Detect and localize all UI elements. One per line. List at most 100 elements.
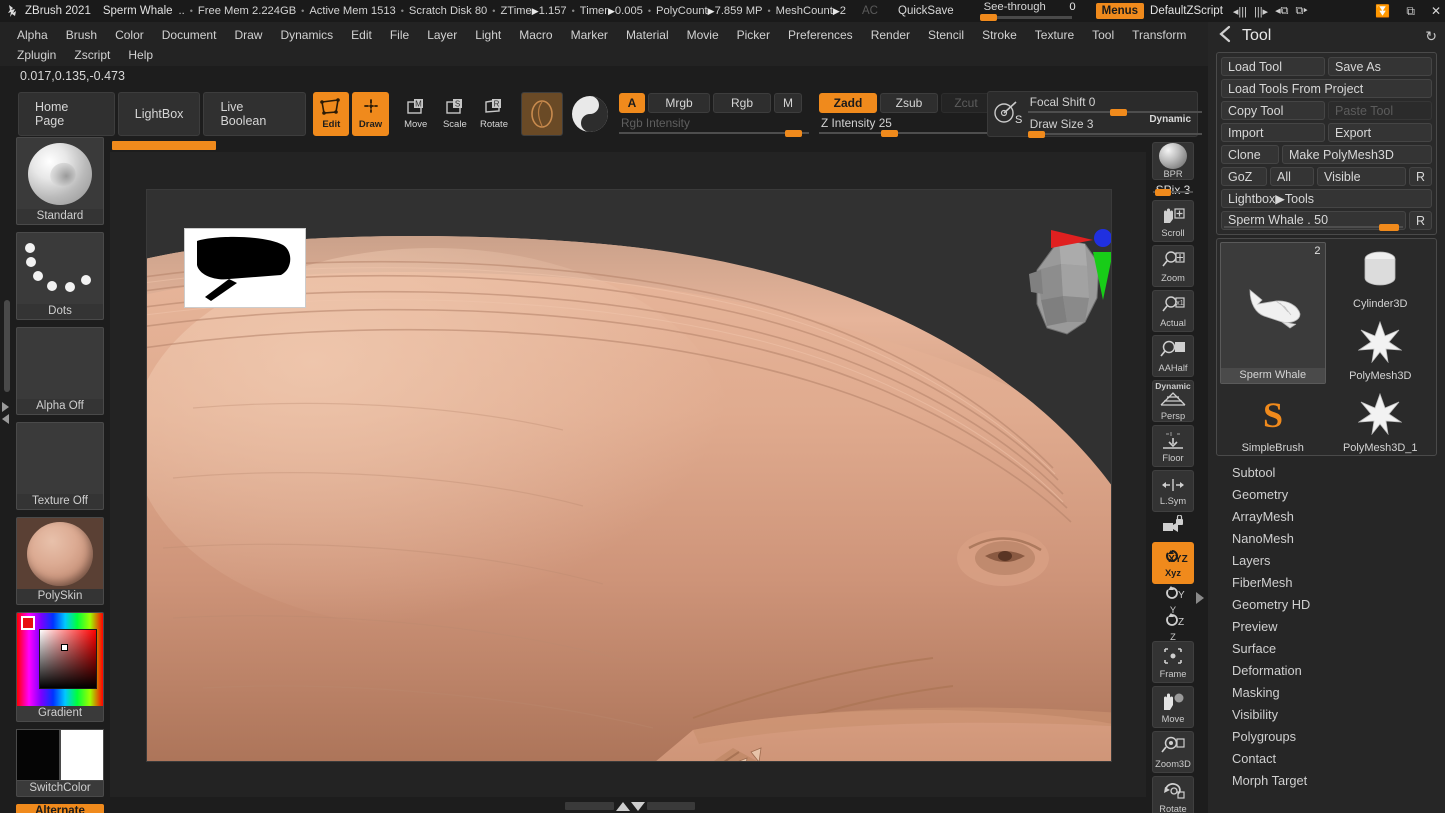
z-intensity-knob[interactable] [881,130,898,137]
save-as-button[interactable]: Save As [1328,57,1432,76]
right-shelf-zoom[interactable]: Zoom [1152,245,1194,287]
switch-color-item[interactable]: SwitchColor [16,729,104,797]
scroll-right-icon[interactable]: |||▸ [1254,5,1268,18]
rgb-intensity-knob[interactable] [785,130,802,137]
menu-item-stencil[interactable]: Stencil [919,25,973,45]
close-icon[interactable]: ✕ [1431,4,1441,18]
scale-mode-button[interactable]: S Scale [437,92,473,136]
menu-item-movie[interactable]: Movie [678,25,728,45]
material-thumbnail[interactable] [16,517,104,589]
tool-section-arraymesh[interactable]: ArrayMesh [1216,506,1437,528]
menu-item-tool[interactable]: Tool [1083,25,1123,45]
tool-section-polygroups[interactable]: Polygroups [1216,726,1437,748]
tool-thumbnail[interactable]: PolyMesh3D [1328,314,1434,384]
make-polymesh3d-button[interactable]: Make PolyMesh3D [1282,145,1432,164]
ac-indicator[interactable]: AC [862,5,878,17]
menu-item-zplugin[interactable]: Zplugin [8,45,65,65]
reference-head-gizmo[interactable] [1007,218,1111,353]
menu-item-layer[interactable]: Layer [418,25,466,45]
zadd-button[interactable]: Zadd [819,93,877,113]
back-chevron-icon[interactable] [1216,25,1234,48]
stroke-thumbnail[interactable] [16,232,104,304]
right-shelf-transp-lock-icon[interactable] [1152,513,1194,539]
menu-item-macro[interactable]: Macro [510,25,561,45]
right-shelf-zoom3d[interactable]: Zoom3D [1152,731,1194,773]
rgb-intensity-slider[interactable]: Rgb Intensity [619,115,809,137]
menu-item-marker[interactable]: Marker [562,25,617,45]
spix-knob[interactable] [1155,189,1171,196]
color-picker[interactable] [16,612,104,706]
right-shelf-persp[interactable]: Dynamic Persp [1152,380,1194,422]
zsub-button[interactable]: Zsub [880,93,938,113]
menu-item-brush[interactable]: Brush [57,25,106,45]
draw-mode-button[interactable]: Draw [352,92,389,136]
left-palette-scrollbar[interactable] [4,300,10,392]
collapse-left-icon[interactable] [2,414,9,424]
goz-all-button[interactable]: All [1270,167,1314,186]
tool-section-geometry[interactable]: Geometry [1216,484,1437,506]
alpha-toggle-button[interactable]: A [619,93,645,113]
mrgb-button[interactable]: Mrgb [648,93,710,113]
tool-section-masking[interactable]: Masking [1216,682,1437,704]
tool-section-visibility[interactable]: Visibility [1216,704,1437,726]
clone-button[interactable]: Clone [1221,145,1279,164]
zscript-name[interactable]: DefaultZScript [1150,5,1223,17]
current-brush-icon[interactable] [521,92,563,136]
menu-item-color[interactable]: Color [106,25,153,45]
primary-color-swatch[interactable] [16,729,60,781]
canvas-area[interactable] [110,152,1146,797]
tool-section-layers[interactable]: Layers [1216,550,1437,572]
current-tool-r-button[interactable]: R [1408,211,1432,230]
minimize-icon[interactable]: ⏬ [1375,4,1390,18]
bottom-nav-left-bar[interactable] [565,802,614,810]
menu-item-stroke[interactable]: Stroke [973,25,1026,45]
restore-icon[interactable]: ⧉ [1406,4,1415,19]
menu-item-file[interactable]: File [381,25,418,45]
rgb-button[interactable]: Rgb [713,93,771,113]
paste-tool-button[interactable]: Paste Tool [1328,101,1432,120]
right-shelf-scroll[interactable]: Scroll [1152,200,1194,242]
goz-visible-button[interactable]: Visible [1317,167,1406,186]
live-boolean-button[interactable]: Live Boolean [203,92,307,136]
quicksave-button[interactable]: QuickSave [898,5,954,17]
spix-slider[interactable]: SPix 3 [1151,183,1195,197]
alpha-preview-thumbnail[interactable] [184,228,306,308]
color-cursor[interactable] [61,644,68,651]
current-tool-slider[interactable]: Sperm Whale . 50 [1221,211,1406,231]
bpr-render-button[interactable]: BPR [1152,142,1194,180]
tool-thumbnail[interactable]: 2 Sperm Whale [1220,242,1326,384]
bottom-navigation[interactable] [565,800,695,812]
lightbox-tools-button[interactable]: Lightbox▶Tools [1221,189,1432,208]
palette-collapse-arrows[interactable] [2,402,9,426]
rotate-mode-button[interactable]: R Rotate [476,92,512,136]
tool-section-preview[interactable]: Preview [1216,616,1437,638]
menu-item-light[interactable]: Light [466,25,510,45]
goz-r-button[interactable]: R [1408,167,1432,186]
tool-section-morph-target[interactable]: Morph Target [1216,770,1437,792]
menu-item-picker[interactable]: Picker [728,25,779,45]
tool-thumbnail-grid[interactable]: 2 Sperm Whale Cylinder3D PolyMesh3D S SimpleB… [1216,238,1437,456]
document-canvas[interactable] [146,189,1112,762]
tool-thumbnail[interactable]: Cylinder3D [1328,242,1434,312]
menu-item-preferences[interactable]: Preferences [779,25,862,45]
move-mode-button[interactable]: M Move [398,92,434,136]
menu-item-draw[interactable]: Draw [225,25,271,45]
zcut-button[interactable]: Zcut [941,93,991,113]
menu-item-document[interactable]: Document [153,25,226,45]
load-tool-button[interactable]: Load Tool [1221,57,1325,76]
nav-down-icon[interactable] [630,801,645,811]
alpha-palette-item[interactable]: Alpha Off [16,327,104,415]
tool-section-fibermesh[interactable]: FiberMesh [1216,572,1437,594]
tool-section-surface[interactable]: Surface [1216,638,1437,660]
right-shelf-y[interactable]: YY [1152,585,1194,614]
tool-thumbnail[interactable]: PolyMesh3D_1 [1328,386,1434,455]
dynamic-label[interactable]: Dynamic [1149,114,1191,125]
load-tools-from-project-button[interactable]: Load Tools From Project [1221,79,1432,98]
nav-up-icon[interactable] [615,801,630,811]
bottom-nav-right-bar[interactable] [646,802,695,810]
color-picker-item[interactable]: Gradient [16,612,104,722]
right-shelf-move[interactable]: Move [1152,686,1194,728]
texture-thumbnail[interactable] [16,422,104,494]
copy-tool-button[interactable]: Copy Tool [1221,101,1325,120]
color-field[interactable] [39,629,97,689]
